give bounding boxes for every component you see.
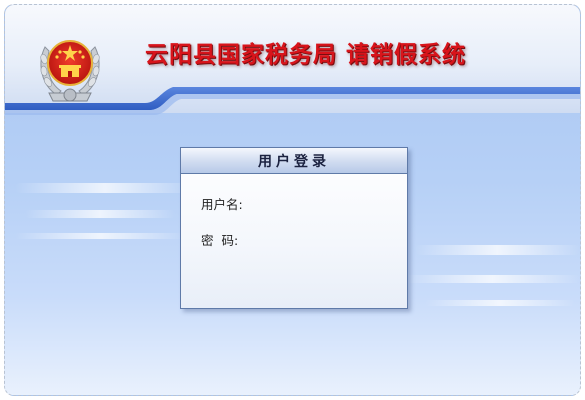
page-frame: 云阳县国家税务局 请销假系统 用户登录 用户名: 密 码: [4, 4, 581, 396]
light-streak-decoration [405, 275, 580, 283]
username-row: 用户名: [201, 194, 367, 212]
light-streak-decoration [415, 245, 580, 255]
light-streak-decoration [425, 300, 575, 306]
login-header: 用户登录 [181, 148, 407, 174]
username-input[interactable] [246, 195, 367, 211]
login-title: 用户登录 [258, 153, 330, 170]
password-row: 密 码: [201, 230, 363, 248]
light-streak-decoration [15, 183, 195, 193]
username-label: 用户名: [201, 196, 243, 212]
password-input[interactable] [242, 231, 363, 247]
light-streak-decoration [15, 233, 185, 239]
login-panel: 用户登录 用户名: 密 码: [180, 147, 408, 309]
national-emblem-icon [40, 40, 100, 102]
password-label: 密 码: [201, 232, 239, 248]
app-title: 云阳县国家税务局 请销假系统 [145, 42, 467, 68]
light-streak-decoration [25, 210, 175, 218]
